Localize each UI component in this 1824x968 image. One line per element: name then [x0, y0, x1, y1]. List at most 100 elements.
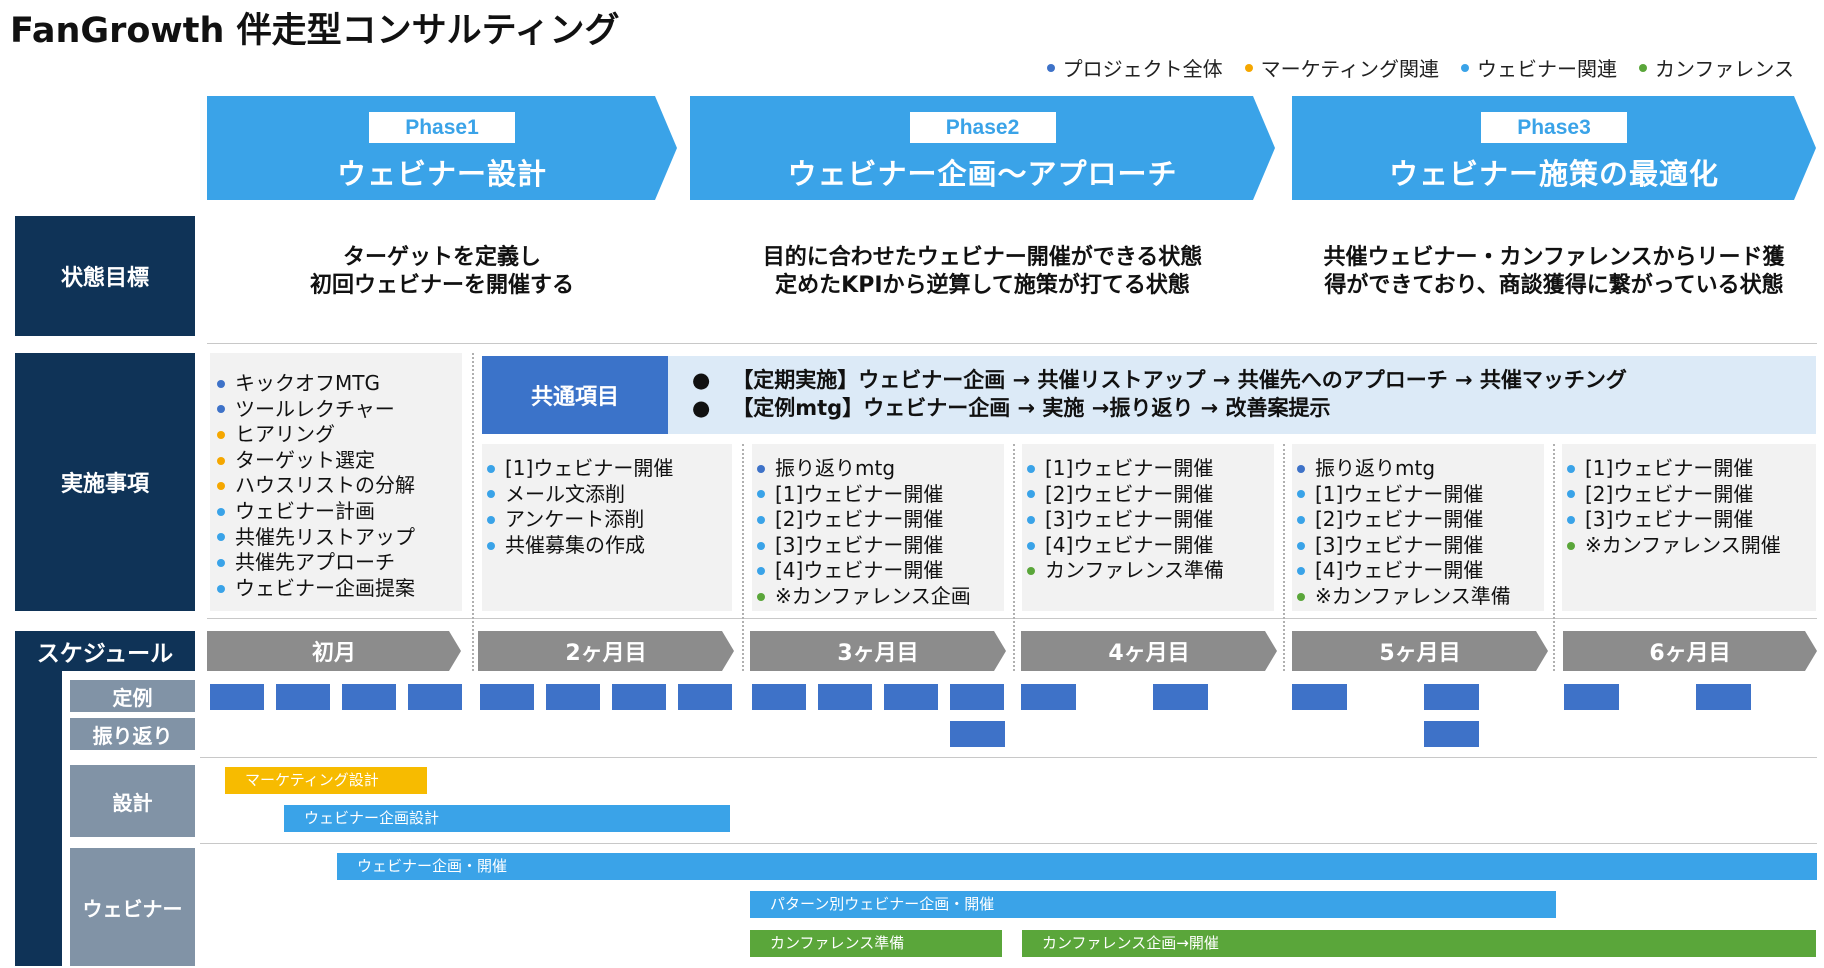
bullet-icon [1027, 515, 1035, 524]
legend-label: カンファレンス [1655, 57, 1794, 81]
bullet-icon [1567, 490, 1575, 499]
task-text: [2]ウェビナー開催 [1315, 507, 1484, 532]
goal-line: 初回ウェビナーを開催する [309, 273, 574, 298]
list-item: ヒアリング [217, 422, 462, 448]
goal-line: ターゲットを定義し [342, 245, 541, 270]
phase-name: ウェビナー設計 [336, 157, 547, 191]
goal-phase-1: ターゲットを定義し 初回ウェビナーを開催する [207, 244, 677, 300]
page-title: FanGrowth 伴走型コンサルティング [10, 11, 620, 51]
regular-meeting-block [342, 684, 396, 710]
task-text: 共催募集の作成 [505, 532, 645, 557]
list-item: [2]ウェビナー開催 [1297, 507, 1544, 533]
task-text: [1]ウェビナー開催 [1315, 481, 1484, 506]
task-text: ツールレクチャー [235, 396, 395, 421]
task-text: [4]ウェビナー開催 [775, 558, 944, 583]
legend-label: プロジェクト全体 [1062, 57, 1223, 81]
task-panel-month-5: 振り返りmtg [1]ウェビナー開催 [2]ウェビナー開催 [3]ウェビナー開催… [1292, 444, 1544, 611]
bullet-icon [757, 515, 765, 524]
phase-badge: Phase2 [910, 112, 1056, 143]
phase-badge: Phase1 [369, 112, 515, 143]
common-item: ● 【定期実施】ウェビナー企画 → 共催リストアップ → 共催先へのアプローチ … [692, 368, 1627, 392]
phase-2-arrow: Phase2 ウェビナー企画～アプローチ [690, 96, 1275, 200]
list-item: メール文添削 [487, 482, 732, 508]
regular-meeting-block [1153, 684, 1208, 710]
common-item-text: 【定例mtg】ウェビナー企画 → 実施 →振り返り → 改善案提示 [732, 396, 1331, 420]
list-item: ウェビナー計画 [217, 499, 462, 525]
bullet-icon [217, 584, 225, 593]
legend-dot-icon [1046, 63, 1055, 72]
task-text: 振り返りmtg [775, 456, 896, 480]
bullet-icon [217, 482, 225, 491]
gantt-bar-pattern-webinar: パターン別ウェビナー企画・開催 [750, 891, 1556, 918]
list-item: 共催先アプローチ [217, 550, 462, 576]
legend-item-webinar: ウェビナー関連 [1461, 53, 1617, 82]
legend-dot-icon [1244, 63, 1253, 72]
row-divider [200, 843, 1817, 844]
legend-item-conference: カンファレンス [1639, 53, 1794, 82]
bullet-icon [217, 430, 225, 439]
gantt-bar-conference-hold: カンファレンス企画→開催 [1022, 930, 1816, 957]
common-items-label: 共通項目 [482, 356, 668, 434]
month-header-3: 3ヶ月目 [750, 631, 1006, 671]
regular-meeting-block [1564, 684, 1619, 710]
review-meeting-block [1424, 721, 1479, 747]
goal-line: 得ができており、商談獲得に繋がっている状態 [1324, 273, 1784, 298]
row-label-review: 振り返り [70, 718, 195, 750]
task-text: 振り返りmtg [1315, 456, 1436, 480]
legend-dot-icon [1461, 63, 1469, 72]
task-panel-month-3: 振り返りmtg [1]ウェビナー開催 [2]ウェビナー開催 [3]ウェビナー開催… [752, 444, 1004, 611]
regular-meeting-block [818, 684, 872, 710]
task-panel-month-6: [1]ウェビナー開催 [2]ウェビナー開催 [3]ウェビナー開催 ※カンファレン… [1562, 444, 1816, 611]
list-item: ※カンファレンス開催 [1567, 533, 1816, 559]
bullet-icon [217, 507, 225, 516]
regular-meeting-block [210, 684, 264, 710]
bullet-icon [1027, 567, 1035, 576]
list-item: 共催先リストアップ [217, 525, 462, 551]
task-text: ※カンファレンス準備 [1315, 583, 1511, 608]
goal-line: 共催ウェビナー・カンファレンスからリード獲 [1323, 245, 1785, 270]
month-header-6: 6ヶ月目 [1563, 631, 1817, 671]
list-item: [3]ウェビナー開催 [1027, 507, 1274, 533]
bullet-icon [217, 456, 225, 465]
list-item: ※カンファレンス企画 [757, 584, 1004, 610]
bullet-icon [1567, 541, 1575, 550]
month-divider [472, 353, 474, 671]
bullet-icon [1297, 567, 1305, 576]
regular-meeting-block [408, 684, 462, 710]
row-label-design: 設計 [70, 765, 195, 837]
list-item: 振り返りmtg [1297, 456, 1544, 482]
list-item: [4]ウェビナー開催 [757, 558, 1004, 584]
task-text: 共催先リストアップ [235, 524, 415, 549]
list-item: ターゲット選定 [217, 448, 462, 474]
list-item: [2]ウェビナー開催 [1567, 482, 1816, 508]
regular-meeting-block [884, 684, 938, 710]
legend-label: マーケティング関連 [1260, 57, 1439, 81]
gantt-bar-webinar-plan-design: ウェビナー企画設計 [284, 805, 730, 832]
list-item: カンファレンス準備 [1027, 558, 1274, 584]
list-item: ツールレクチャー [217, 397, 462, 423]
task-panel-month-1: キックオフMTG ツールレクチャー ヒアリング ターゲット選定 ハウスリストの分… [210, 353, 462, 611]
goal-line: 定めたKPIから逆算して施策が打てる状態 [775, 273, 1190, 298]
regular-meeting-block [1696, 684, 1751, 710]
list-item: [1]ウェビナー開催 [1567, 456, 1816, 482]
row-label-webinar: ウェビナー [70, 848, 195, 966]
goal-phase-3: 共催ウェビナー・カンファレンスからリード獲 得ができており、商談獲得に繋がってい… [1292, 244, 1816, 300]
task-text: ウェビナー計画 [235, 498, 375, 523]
task-list: 振り返りmtg [1]ウェビナー開催 [2]ウェビナー開催 [3]ウェビナー開催… [752, 444, 1004, 610]
list-item: [3]ウェビナー開催 [757, 533, 1004, 559]
bullet-icon [1297, 592, 1305, 601]
gantt-bar-webinar-plan-hold: ウェビナー企画・開催 [337, 853, 1817, 880]
gantt-bar-marketing-design: マーケティング設計 [225, 767, 427, 794]
task-text: [1]ウェビナー開催 [505, 456, 674, 480]
regular-meeting-block [678, 684, 732, 710]
bullet-icon [757, 567, 765, 576]
phase-1-arrow: Phase1 ウェビナー設計 [207, 96, 677, 200]
list-item: [2]ウェビナー開催 [757, 507, 1004, 533]
task-text: ターゲット選定 [235, 447, 375, 472]
month-divider [1013, 444, 1015, 671]
bullet-icon [757, 541, 765, 550]
regular-meeting-block [1424, 684, 1479, 710]
bullet-icon [217, 533, 225, 542]
task-text: カンファレンス準備 [1045, 558, 1224, 583]
bullet-icon [1567, 515, 1575, 524]
